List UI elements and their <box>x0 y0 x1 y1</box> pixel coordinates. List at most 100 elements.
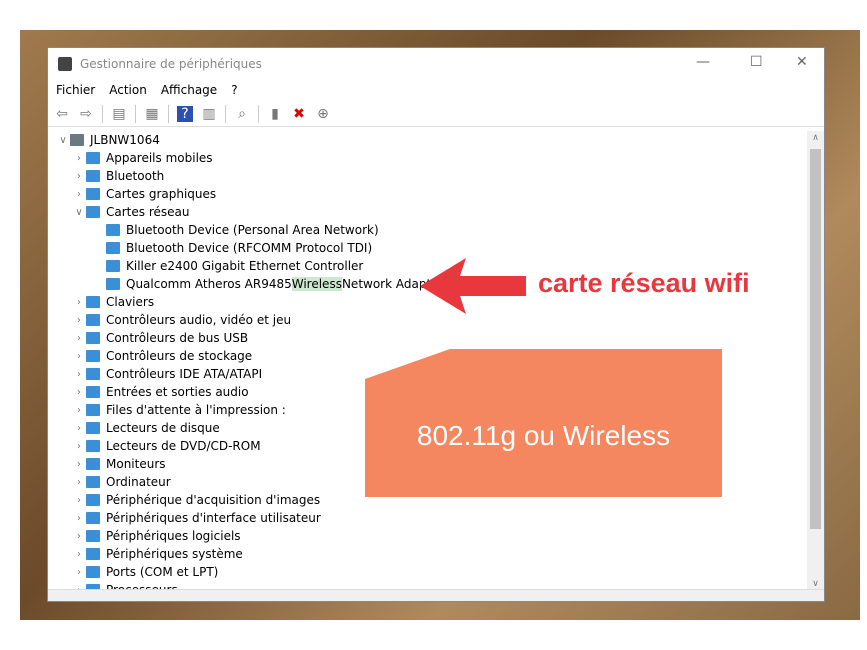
tree-item-label: Périphérique d'acquisition d'images <box>106 493 321 507</box>
tree-category[interactable]: ∨ Cartes réseau <box>48 203 808 221</box>
device-category-icon <box>106 278 120 290</box>
download-button[interactable]: ⊕ <box>313 104 333 124</box>
chevron-right-icon[interactable]: › <box>72 369 86 380</box>
chevron-right-icon[interactable]: › <box>72 333 86 344</box>
tree-item-label: Lecteurs de DVD/CD-ROM <box>106 439 261 453</box>
tree-item-label: Ordinateur <box>106 475 171 489</box>
chevron-right-icon[interactable]: › <box>72 531 86 542</box>
tree-item-label: Bluetooth <box>106 169 165 183</box>
scan-hardware-button[interactable]: ⌕ <box>232 104 252 124</box>
scroll-down-icon[interactable]: ∨ <box>807 579 824 589</box>
menu-affichage[interactable]: Affichage <box>161 83 217 97</box>
device-category-icon <box>86 530 100 542</box>
minimize-button[interactable]: — <box>696 54 710 70</box>
chevron-right-icon[interactable]: › <box>72 387 86 398</box>
device-category-icon <box>106 260 120 272</box>
device-category-icon <box>86 170 100 182</box>
tree-item-label: Périphériques logiciels <box>106 529 241 543</box>
tree-item-label: Contrôleurs IDE ATA/ATAPI <box>106 367 263 381</box>
properties-icon: ▦ <box>145 105 159 122</box>
title-bar: Gestionnaire de périphériques — ☐ ✕ <box>48 48 824 79</box>
tree-device[interactable]: Bluetooth Device (RFCOMM Protocol TDI) <box>48 239 808 257</box>
forward-arrow-icon: ⇨ <box>80 105 92 122</box>
device-category-icon <box>86 566 100 578</box>
tree-category[interactable]: › Cartes graphiques <box>48 185 808 203</box>
maximize-button[interactable]: ☐ <box>750 54 763 70</box>
uninstall-button[interactable]: ✖ <box>289 104 309 124</box>
chevron-right-icon[interactable]: › <box>72 549 86 560</box>
callout-fold <box>365 349 450 379</box>
device-category-icon <box>86 476 100 488</box>
tree-category[interactable]: › Périphériques logiciels <box>48 527 808 545</box>
chevron-down-icon[interactable]: ∨ <box>56 135 70 146</box>
tree-item-label: Claviers <box>106 295 155 309</box>
toolbar-separator <box>168 104 169 123</box>
chevron-right-icon[interactable]: › <box>72 153 86 164</box>
tree-item-label: Périphériques système <box>106 547 243 561</box>
tree-item-label: Files d'attente à l'impression : <box>106 403 286 417</box>
tree-item-label: Contrôleurs de bus USB <box>106 331 249 345</box>
action-pane-icon: ▥ <box>202 105 216 122</box>
tree-item-label: Appareils mobiles <box>106 151 213 165</box>
chevron-right-icon[interactable]: › <box>72 351 86 362</box>
tree-category[interactable]: › Périphériques d'interface utilisateur <box>48 509 808 527</box>
forward-arrow-button[interactable]: ⇨ <box>76 104 96 124</box>
back-arrow-button[interactable]: ⇦ <box>52 104 72 124</box>
tree-category[interactable]: › Appareils mobiles <box>48 149 808 167</box>
tree-category[interactable]: › Contrôleurs de bus USB <box>48 329 808 347</box>
scrollbar-thumb[interactable] <box>810 149 821 529</box>
chevron-right-icon[interactable]: › <box>72 513 86 524</box>
device-category-icon <box>86 368 100 380</box>
device-category-icon <box>86 386 100 398</box>
chevron-down-icon[interactable]: ∨ <box>72 207 86 218</box>
device-manager-window: Gestionnaire de périphériques — ☐ ✕ Fich… <box>47 47 825 602</box>
menu-fichier[interactable]: Fichier <box>56 83 95 97</box>
device-category-icon <box>86 152 100 164</box>
menu-action[interactable]: Action <box>109 83 147 97</box>
tree-item-label: Contrôleurs audio, vidéo et jeu <box>106 313 292 327</box>
back-arrow-icon: ⇦ <box>56 105 68 122</box>
device-category-icon <box>86 314 100 326</box>
tree-root[interactable]: ∨ JLBNW1064 <box>48 131 808 149</box>
show-hide-console-tree-button[interactable]: ▤ <box>109 104 129 124</box>
properties-button[interactable]: ▦ <box>142 104 162 124</box>
chevron-right-icon[interactable]: › <box>72 405 86 416</box>
chevron-right-icon[interactable]: › <box>72 459 86 470</box>
menu-help[interactable]: ? <box>231 83 237 97</box>
device-manager-icon <box>58 56 72 71</box>
window-title: Gestionnaire de périphériques <box>80 56 262 71</box>
device-category-icon <box>86 548 100 560</box>
chevron-right-icon[interactable]: › <box>72 477 86 488</box>
tree-item-label: Entrées et sorties audio <box>106 385 249 399</box>
chevron-right-icon[interactable]: › <box>72 315 86 326</box>
chevron-right-icon[interactable]: › <box>72 297 86 308</box>
toolbar-separator <box>225 104 226 123</box>
menu-bar: Fichier Action Affichage ? <box>48 79 824 101</box>
device-category-icon <box>86 206 100 218</box>
action-pane-button[interactable]: ▥ <box>199 104 219 124</box>
tree-device[interactable]: Bluetooth Device (Personal Area Network) <box>48 221 808 239</box>
update-driver-button[interactable]: ▮ <box>265 104 285 124</box>
chevron-right-icon[interactable]: › <box>72 423 86 434</box>
tree-category[interactable]: › Ports (COM et LPT) <box>48 563 808 581</box>
chevron-right-icon[interactable]: › <box>72 567 86 578</box>
vertical-scrollbar[interactable]: ∧ ∨ <box>807 131 824 591</box>
help-button[interactable]: ? <box>175 104 195 124</box>
uninstall-icon: ✖ <box>293 105 305 122</box>
close-button[interactable]: ✕ <box>796 54 808 70</box>
chevron-right-icon[interactable]: › <box>72 495 86 506</box>
chevron-right-icon[interactable]: › <box>72 171 86 182</box>
chevron-right-icon[interactable]: › <box>72 189 86 200</box>
scan-hardware-icon: ⌕ <box>238 105 246 122</box>
chevron-right-icon[interactable]: › <box>72 441 86 452</box>
scroll-up-icon[interactable]: ∧ <box>807 133 824 143</box>
tree-category[interactable]: › Périphériques système <box>48 545 808 563</box>
device-category-icon <box>106 224 120 236</box>
computer-icon <box>70 134 84 146</box>
device-category-icon <box>86 332 100 344</box>
arrow-annotation-label: carte réseau wifi <box>538 268 750 298</box>
tree-category[interactable]: › Bluetooth <box>48 167 808 185</box>
device-category-icon <box>86 440 100 452</box>
device-category-icon <box>106 242 120 254</box>
toolbar-separator <box>258 104 259 123</box>
